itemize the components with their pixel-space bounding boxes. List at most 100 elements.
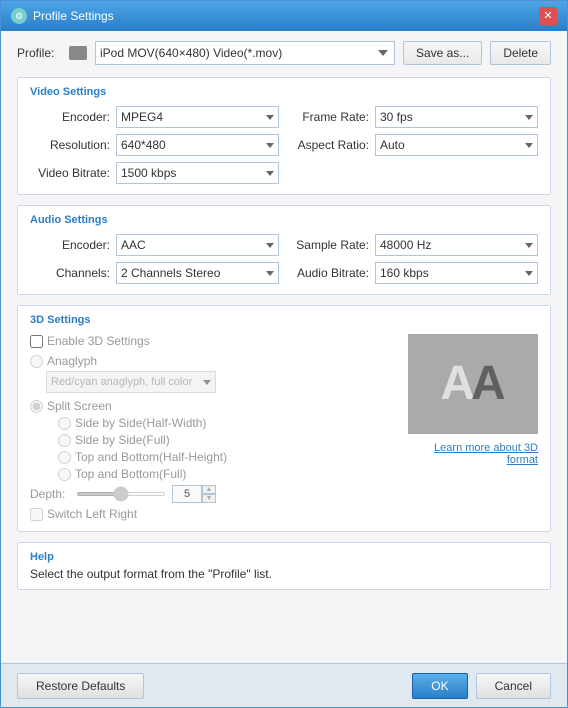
close-button[interactable]: ✕ bbox=[539, 7, 557, 25]
depth-label: Depth: bbox=[30, 487, 70, 501]
audio-bitrate-label: Audio Bitrate: bbox=[289, 266, 369, 280]
split-screen-radio-row: Split Screen bbox=[30, 399, 396, 413]
video-settings-section: Video Settings Encoder: MPEG4 Frame Rate… bbox=[17, 77, 551, 195]
profile-label: Profile: bbox=[17, 46, 61, 60]
frame-rate-row: Frame Rate: 30 fps bbox=[289, 106, 538, 128]
audio-bitrate-select[interactable]: 160 kbps bbox=[375, 262, 538, 284]
video-bitrate-row: Video Bitrate: 1500 kbps bbox=[30, 162, 279, 184]
encoder-select[interactable]: MPEG4 bbox=[116, 106, 279, 128]
sample-rate-row: Sample Rate: 48000 Hz bbox=[289, 234, 538, 256]
resolution-select[interactable]: 640*480 bbox=[116, 134, 279, 156]
channels-label: Channels: bbox=[30, 266, 110, 280]
anaglyph-options: Red/cyan anaglyph, full color bbox=[30, 371, 396, 393]
sbs-full-label: Side by Side(Full) bbox=[75, 433, 170, 447]
sbs-half-label: Side by Side(Half-Width) bbox=[75, 416, 206, 430]
enable-3d-row: Enable 3D Settings bbox=[30, 334, 396, 348]
depth-row: Depth: ▲ ▼ bbox=[30, 485, 396, 503]
aspect-ratio-row: Aspect Ratio: Auto bbox=[289, 134, 538, 156]
preview-aa-right: A bbox=[471, 360, 506, 408]
depth-up-button[interactable]: ▲ bbox=[202, 485, 216, 494]
help-text: Select the output format from the "Profi… bbox=[30, 567, 538, 581]
title-bar: ⚙ Profile Settings ✕ bbox=[1, 1, 567, 31]
encoder-row: Encoder: MPEG4 bbox=[30, 106, 279, 128]
profile-settings-window: ⚙ Profile Settings ✕ Profile: iPod MOV(6… bbox=[0, 0, 568, 708]
switch-lr-checkbox[interactable] bbox=[30, 508, 43, 521]
audio-settings-section: Audio Settings Encoder: AAC Sample Rate:… bbox=[17, 205, 551, 295]
tb-full-radio[interactable] bbox=[58, 468, 71, 481]
anaglyph-label: Anaglyph bbox=[47, 354, 97, 368]
anaglyph-radio-row: Anaglyph bbox=[30, 354, 396, 368]
aspect-ratio-placeholder bbox=[289, 162, 538, 184]
tb-half-radio[interactable] bbox=[58, 451, 71, 464]
tb-full-row: Top and Bottom(Full) bbox=[58, 467, 396, 481]
sample-rate-select[interactable]: 48000 Hz bbox=[375, 234, 538, 256]
audio-encoder-row: Encoder: AAC bbox=[30, 234, 279, 256]
audio-encoder-select[interactable]: AAC bbox=[116, 234, 279, 256]
3d-settings-left: Enable 3D Settings Anaglyph Red/cyan ana… bbox=[30, 334, 396, 521]
anaglyph-radio[interactable] bbox=[30, 355, 43, 368]
anaglyph-select[interactable]: Red/cyan anaglyph, full color bbox=[46, 371, 216, 393]
enable-3d-label: Enable 3D Settings bbox=[47, 334, 150, 348]
profile-row: Profile: iPod MOV(640×480) Video(*.mov) … bbox=[17, 41, 551, 65]
delete-button[interactable]: Delete bbox=[490, 41, 551, 65]
switch-row: Switch Left Right bbox=[30, 507, 396, 521]
preview-aa: A A bbox=[440, 360, 505, 408]
split-screen-radio[interactable] bbox=[30, 400, 43, 413]
resolution-label: Resolution: bbox=[30, 138, 110, 152]
encoder-label: Encoder: bbox=[30, 110, 110, 124]
aspect-ratio-select[interactable]: Auto bbox=[375, 134, 538, 156]
audio-bitrate-row: Audio Bitrate: 160 kbps bbox=[289, 262, 538, 284]
title-bar-left: ⚙ Profile Settings bbox=[11, 8, 114, 24]
depth-slider[interactable] bbox=[76, 492, 166, 496]
frame-rate-select[interactable]: 30 fps bbox=[375, 106, 538, 128]
enable-3d-checkbox[interactable] bbox=[30, 335, 43, 348]
sbs-full-row: Side by Side(Full) bbox=[58, 433, 396, 447]
switch-lr-label: Switch Left Right bbox=[47, 507, 137, 521]
profile-device-icon bbox=[69, 46, 87, 60]
profile-select[interactable]: iPod MOV(640×480) Video(*.mov) bbox=[95, 41, 395, 65]
channels-select[interactable]: 2 Channels Stereo bbox=[116, 262, 279, 284]
video-bitrate-select[interactable]: 1500 kbps bbox=[116, 162, 279, 184]
restore-defaults-button[interactable]: Restore Defaults bbox=[17, 673, 144, 699]
ok-button[interactable]: OK bbox=[412, 673, 467, 699]
video-settings-grid: Encoder: MPEG4 Frame Rate: 30 fps Resolu… bbox=[30, 106, 538, 184]
audio-settings-title: Audio Settings bbox=[30, 214, 538, 226]
main-content: Profile: iPod MOV(640×480) Video(*.mov) … bbox=[1, 31, 567, 663]
aspect-ratio-label: Aspect Ratio: bbox=[289, 138, 369, 152]
help-section: Help Select the output format from the "… bbox=[17, 542, 551, 590]
audio-settings-grid: Encoder: AAC Sample Rate: 48000 Hz Chann… bbox=[30, 234, 538, 284]
video-settings-title: Video Settings bbox=[30, 86, 538, 98]
3d-settings-section: 3D Settings Enable 3D Settings Anaglyph bbox=[17, 305, 551, 532]
window-title: Profile Settings bbox=[33, 9, 114, 23]
cancel-button[interactable]: Cancel bbox=[476, 673, 551, 699]
audio-encoder-label: Encoder: bbox=[30, 238, 110, 252]
3d-settings-inner: Enable 3D Settings Anaglyph Red/cyan ana… bbox=[30, 334, 538, 521]
sbs-half-radio[interactable] bbox=[58, 417, 71, 430]
sbs-full-radio[interactable] bbox=[58, 434, 71, 447]
3d-settings-title: 3D Settings bbox=[30, 314, 538, 326]
sbs-half-row: Side by Side(Half-Width) bbox=[58, 416, 396, 430]
tb-half-label: Top and Bottom(Half-Height) bbox=[75, 450, 227, 464]
split-screen-label: Split Screen bbox=[47, 399, 112, 413]
preview-aa-left: A bbox=[440, 360, 471, 408]
tb-full-label: Top and Bottom(Full) bbox=[75, 467, 186, 481]
depth-spinner-buttons: ▲ ▼ bbox=[202, 485, 216, 503]
split-screen-options: Side by Side(Half-Width) Side by Side(Fu… bbox=[30, 416, 396, 481]
window-icon: ⚙ bbox=[11, 8, 27, 24]
tb-half-row: Top and Bottom(Half-Height) bbox=[58, 450, 396, 464]
sample-rate-label: Sample Rate: bbox=[289, 238, 369, 252]
channels-row: Channels: 2 Channels Stereo bbox=[30, 262, 279, 284]
3d-preview-area: A A Learn more about 3D format bbox=[408, 334, 538, 521]
help-title: Help bbox=[30, 551, 538, 563]
footer-right: OK Cancel bbox=[412, 673, 551, 699]
frame-rate-label: Frame Rate: bbox=[289, 110, 369, 124]
save-as-button[interactable]: Save as... bbox=[403, 41, 482, 65]
depth-down-button[interactable]: ▼ bbox=[202, 494, 216, 503]
video-bitrate-label: Video Bitrate: bbox=[30, 166, 110, 180]
depth-input[interactable] bbox=[172, 485, 202, 503]
3d-preview-box: A A bbox=[408, 334, 538, 434]
resolution-row: Resolution: 640*480 bbox=[30, 134, 279, 156]
depth-spinner: ▲ ▼ bbox=[172, 485, 216, 503]
learn-more-link[interactable]: Learn more about 3D format bbox=[408, 442, 538, 466]
footer: Restore Defaults OK Cancel bbox=[1, 663, 567, 707]
